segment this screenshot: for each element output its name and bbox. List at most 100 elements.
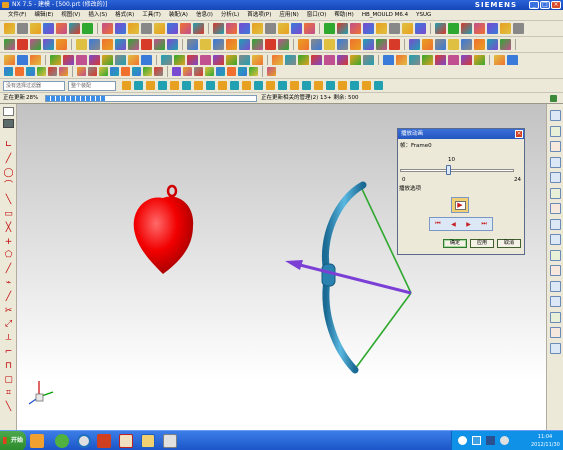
sketch-tool-icon[interactable]: ◯ [3, 168, 14, 179]
toolbar-tool-icon[interactable] [461, 23, 472, 34]
toolbar-tool-icon[interactable] [252, 39, 263, 50]
bow-model[interactable] [285, 181, 412, 374]
menu-insert[interactable]: 插入(S) [84, 10, 111, 21]
resource-bar-tab-icon[interactable] [550, 203, 561, 214]
toolbar-tool-icon[interactable] [167, 23, 178, 34]
menu-tools[interactable]: 工具(T) [138, 10, 165, 21]
toolbar-tool-icon[interactable] [183, 67, 192, 76]
sketch-tool-icon[interactable]: ╱ [3, 264, 14, 275]
toolbar-tool-icon[interactable] [17, 23, 28, 34]
toolbar-tool-icon[interactable] [350, 39, 361, 50]
toolbar-tool-icon[interactable] [311, 39, 322, 50]
resource-bar-tab-icon[interactable] [550, 156, 561, 168]
snap-point-icon[interactable] [290, 81, 299, 90]
toolbar-tool-icon[interactable] [213, 39, 224, 50]
taskbar-app-icon-6[interactable] [141, 434, 155, 448]
toolbar-tool-icon[interactable] [205, 67, 214, 76]
menu-view[interactable]: 视图(V) [57, 10, 84, 21]
toolbar-tool-icon[interactable] [154, 67, 163, 76]
toolbar-tool-icon[interactable] [88, 67, 97, 76]
toolbar-tool-icon[interactable] [128, 39, 139, 50]
toolbar-tool-icon[interactable] [337, 23, 348, 34]
toolbar-tool-icon[interactable] [200, 39, 211, 50]
toolbar-tool-icon[interactable] [252, 23, 263, 34]
menu-preferences[interactable]: 首选项(P) [243, 10, 275, 21]
toolbar-tool-icon[interactable] [4, 67, 13, 76]
sketch-tool-icon[interactable]: ╲ [3, 195, 14, 206]
snap-point-icon[interactable] [242, 81, 251, 90]
toolbar-tool-icon[interactable] [363, 23, 374, 34]
toolbar-tool-icon[interactable] [435, 39, 446, 50]
taskbar-app-icon-7[interactable] [163, 434, 177, 448]
snap-point-icon[interactable] [302, 81, 311, 90]
tray-icon-1[interactable] [458, 436, 467, 445]
toolbar-tool-icon[interactable] [513, 23, 524, 34]
toolbar-tool-icon[interactable] [194, 67, 203, 76]
toolbar-tool-icon[interactable] [56, 23, 67, 34]
resource-bar-tab-icon[interactable] [550, 187, 561, 199]
menu-application[interactable]: 应用(N) [275, 10, 302, 21]
toolbar-tool-icon[interactable] [226, 39, 237, 50]
toolbar-tool-icon[interactable] [422, 39, 433, 50]
sketch-tool-icon[interactable]: ╱ [3, 154, 14, 165]
resource-bar-tab-icon[interactable] [550, 141, 561, 152]
toolbar-tool-icon[interactable] [337, 39, 348, 50]
minimize-button[interactable]: _ [529, 1, 539, 9]
last-frame-icon[interactable]: ⏭ [481, 220, 486, 228]
menu-file[interactable]: 文件(F) [4, 10, 30, 21]
toolbar-tool-icon[interactable] [324, 23, 335, 34]
snap-point-icon[interactable] [122, 81, 131, 90]
toolbar-tool-icon[interactable] [56, 39, 67, 50]
toolbar-tool-icon[interactable] [265, 23, 276, 34]
snap-point-icon[interactable] [338, 81, 347, 90]
taskbar-app-icon-2[interactable] [55, 434, 69, 448]
tray-icon-3[interactable] [486, 436, 495, 445]
toolbar-tool-icon[interactable] [172, 67, 181, 76]
resource-bar-tab-icon[interactable] [550, 342, 561, 354]
tray-icon-2[interactable] [472, 436, 481, 445]
toolbar-tool-icon[interactable] [141, 23, 152, 34]
snap-point-icon[interactable] [374, 81, 383, 90]
resource-bar-tab-icon[interactable] [550, 218, 561, 230]
taskbar-app-icon-1[interactable] [30, 434, 44, 448]
first-frame-icon[interactable]: ⏮ [435, 220, 440, 228]
toolbar-tool-icon[interactable] [213, 23, 224, 34]
toolbar-tool-icon[interactable] [154, 39, 165, 50]
sketch-tool-icon[interactable]: ╱ [3, 292, 14, 303]
sketch-tool-icon[interactable]: ▭ [3, 209, 14, 220]
toolbar-tool-icon[interactable] [180, 23, 191, 34]
toolbar-tool-icon[interactable] [298, 39, 309, 50]
toolbar-tool-icon[interactable] [30, 23, 41, 34]
toolbar-tool-icon[interactable] [128, 23, 139, 34]
toolbar-tool-icon[interactable] [402, 23, 413, 34]
toolbar-tool-icon[interactable] [4, 23, 15, 34]
snap-point-icon[interactable] [266, 81, 275, 90]
taskbar-app-icon-5[interactable] [119, 434, 133, 448]
toolbar-tool-icon[interactable] [226, 23, 237, 34]
toolbar-tool-icon[interactable] [249, 67, 258, 76]
toolbar-tool-icon[interactable] [216, 67, 225, 76]
toolbar-tool-icon[interactable] [278, 23, 289, 34]
toolbar-tool-icon[interactable] [238, 67, 247, 76]
sketch-tool-icon[interactable]: ▢ [3, 375, 14, 386]
sketch-tool-icon[interactable]: ⊓ [3, 361, 14, 372]
toolbar-tool-icon[interactable] [43, 39, 54, 50]
toolbar-tool-icon[interactable] [82, 23, 93, 34]
toolbar-tool-icon[interactable] [76, 39, 87, 50]
toolbar-tool-icon[interactable] [435, 23, 446, 34]
taskbar-app-icon-3[interactable] [77, 434, 91, 448]
toolbar-tool-icon[interactable] [26, 67, 35, 76]
toolbar-tool-icon[interactable] [17, 39, 28, 50]
toolbar-tool-icon[interactable] [167, 39, 178, 50]
menu-ysug[interactable]: YSUG [412, 10, 435, 21]
toolbar-tool-icon[interactable] [69, 23, 80, 34]
snap-point-icon[interactable] [134, 81, 143, 90]
snap-point-icon[interactable] [170, 81, 179, 90]
snap-point-icon[interactable] [182, 81, 191, 90]
toolbar-tool-icon[interactable] [15, 67, 24, 76]
toolbar-tool-icon[interactable] [389, 23, 400, 34]
resource-bar-tab-icon[interactable] [550, 249, 561, 261]
toolbar-tool-icon[interactable] [291, 23, 302, 34]
toolbar-tool-icon[interactable] [363, 39, 374, 50]
dialog-close-button[interactable]: × [515, 130, 523, 138]
